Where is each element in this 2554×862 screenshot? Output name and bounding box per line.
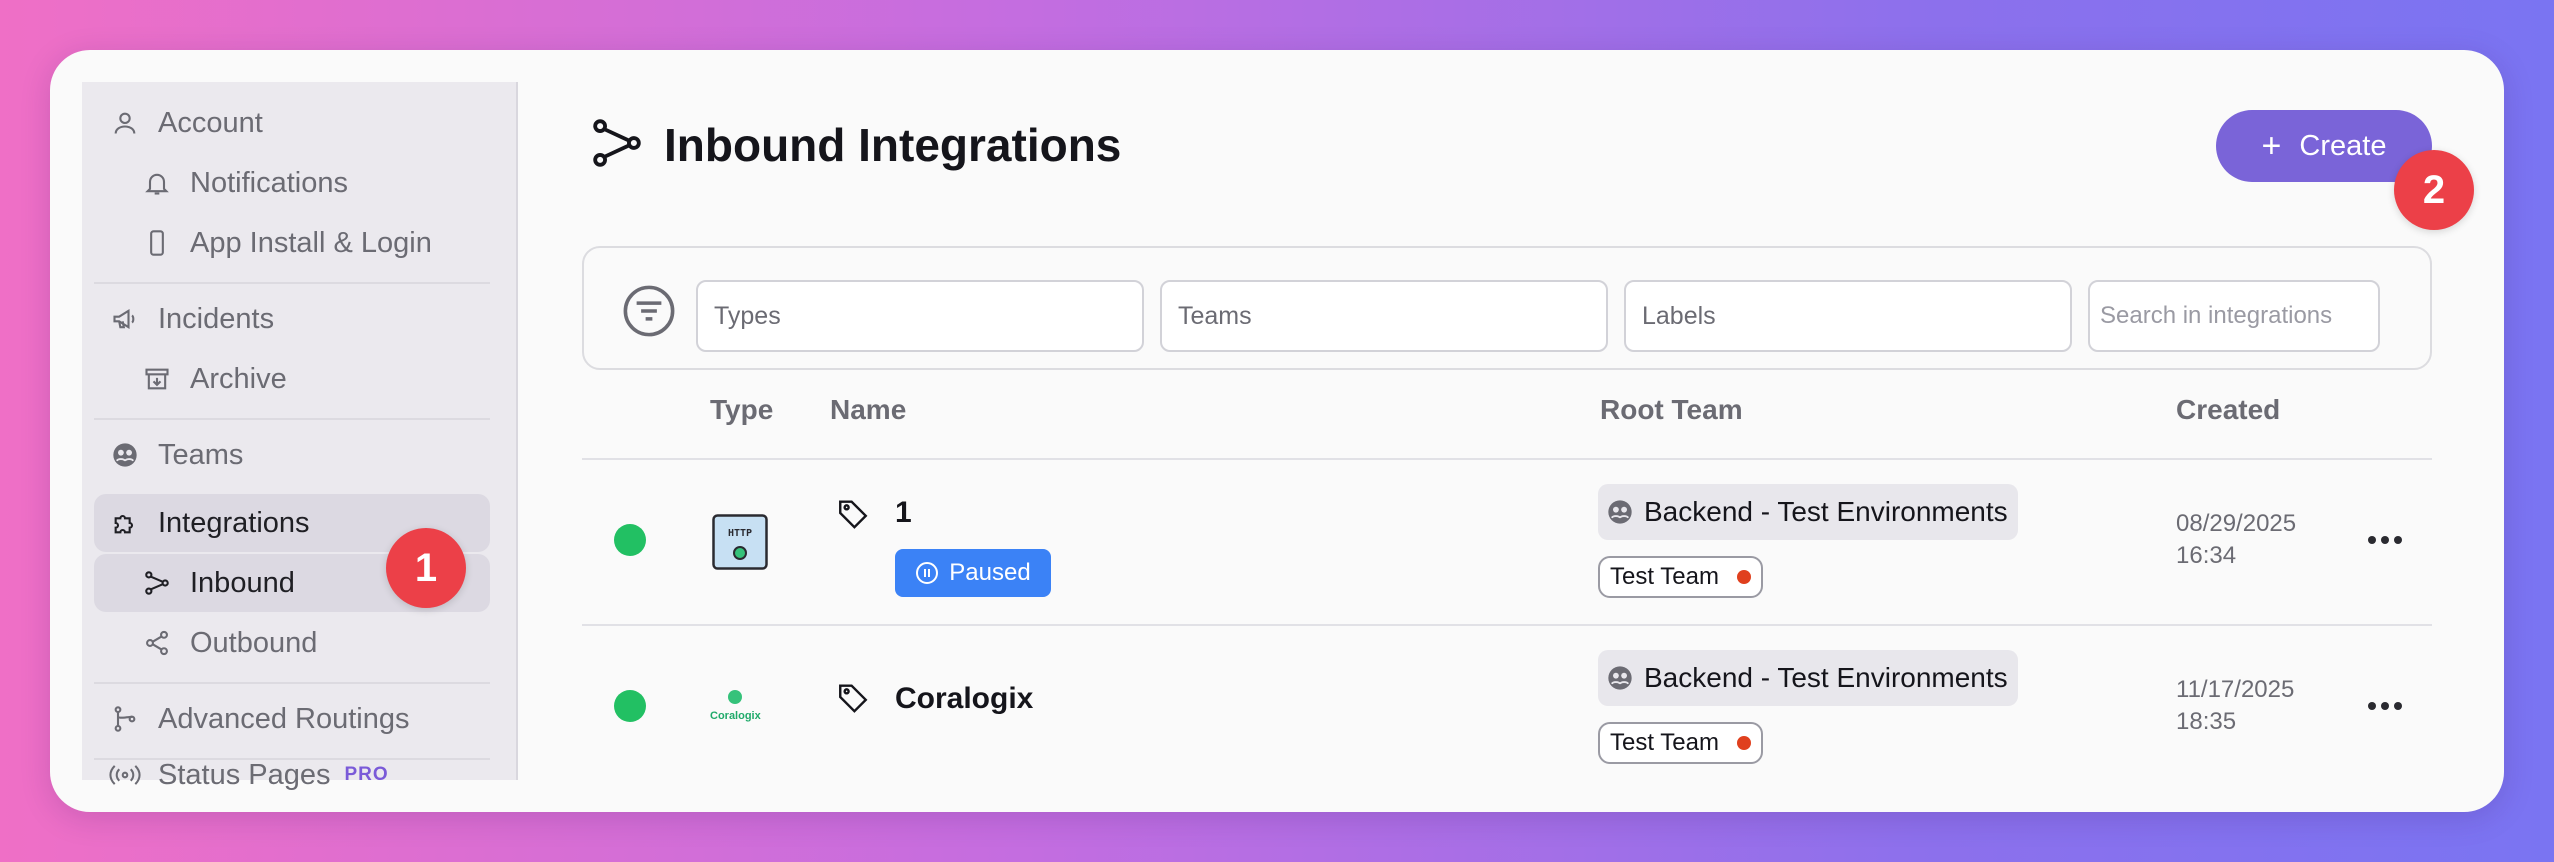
archive-icon bbox=[140, 362, 174, 396]
team-icon bbox=[1606, 664, 1634, 692]
team-color-dot bbox=[1736, 570, 1751, 584]
sidebar-divider bbox=[94, 682, 490, 684]
sidebar-item-label: Account bbox=[158, 106, 263, 139]
app-window: Account Notifications App Install & Logi… bbox=[50, 50, 2504, 812]
root-team-chip[interactable]: Backend - Test Environments bbox=[1598, 484, 2018, 540]
row-divider bbox=[582, 624, 2432, 626]
step-marker-2: 2 bbox=[2394, 150, 2474, 230]
team-icon bbox=[1606, 498, 1634, 526]
root-team-chip[interactable]: Backend - Test Environments bbox=[1598, 650, 2018, 706]
puzzle-icon bbox=[108, 506, 142, 540]
teams-filter[interactable]: Teams bbox=[1160, 280, 1608, 352]
sidebar-item-app-install[interactable]: App Install & Login bbox=[94, 214, 490, 272]
more-options-icon[interactable] bbox=[2368, 536, 2402, 544]
sidebar: Account Notifications App Install & Logi… bbox=[82, 82, 518, 780]
created-date: 11/17/2025 18:35 bbox=[2176, 676, 2295, 735]
types-filter[interactable]: Types bbox=[696, 280, 1144, 352]
column-header-root-team[interactable]: Root Team bbox=[1600, 394, 1743, 426]
search-input[interactable]: Search in integrations bbox=[2088, 280, 2380, 352]
page-title: Inbound Integrations bbox=[664, 119, 1122, 171]
megaphone-icon bbox=[108, 302, 142, 336]
more-options-icon[interactable] bbox=[2368, 702, 2402, 710]
coralogix-icon: Coralogix bbox=[710, 690, 761, 722]
phone-icon bbox=[140, 226, 174, 260]
team-pill[interactable]: Test Team bbox=[1598, 556, 1763, 598]
team-icon bbox=[108, 438, 142, 472]
step-marker-1: 1 bbox=[386, 528, 466, 608]
tag-icon bbox=[836, 496, 870, 535]
svg-text:HTTP: HTTP bbox=[728, 528, 752, 539]
plus-icon: + bbox=[2261, 126, 2282, 165]
sidebar-item-label: Outbound bbox=[190, 626, 318, 659]
sidebar-item-notifications[interactable]: Notifications bbox=[94, 154, 490, 212]
column-header-type[interactable]: Type bbox=[710, 394, 773, 426]
paused-badge: Paused bbox=[895, 549, 1051, 597]
sidebar-item-label: Archive bbox=[190, 362, 287, 395]
sidebar-item-label: Inbound bbox=[190, 566, 295, 599]
sidebar-item-outbound[interactable]: Outbound bbox=[94, 614, 490, 672]
sidebar-item-status-pages-row[interactable]: Status Pages PRO bbox=[94, 746, 490, 804]
sidebar-item-archive[interactable]: Archive bbox=[94, 350, 490, 408]
sidebar-item-label: Teams bbox=[158, 438, 244, 471]
create-button-label: Create bbox=[2299, 129, 2387, 162]
filter-bar: Types Teams Labels Search in integration… bbox=[582, 246, 2432, 370]
column-header-name[interactable]: Name bbox=[830, 394, 906, 426]
bell-icon bbox=[140, 166, 174, 200]
status-indicator bbox=[614, 524, 646, 556]
sidebar-item-label: Integrations bbox=[158, 506, 310, 539]
sidebar-divider bbox=[94, 418, 490, 420]
sidebar-item-label: Status Pages bbox=[158, 758, 331, 791]
pause-icon bbox=[915, 561, 939, 585]
created-date: 08/29/2025 16:34 bbox=[2176, 510, 2297, 569]
inbound-icon bbox=[140, 566, 174, 600]
row-divider bbox=[582, 458, 2432, 460]
integration-name[interactable]: Coralogix bbox=[895, 682, 1033, 716]
tag-icon bbox=[836, 680, 870, 719]
labels-filter[interactable]: Labels bbox=[1624, 280, 2072, 352]
share-icon bbox=[140, 626, 174, 660]
sidebar-item-account[interactable]: Account bbox=[94, 94, 490, 152]
user-icon bbox=[108, 106, 142, 140]
broadcast-icon bbox=[108, 758, 142, 792]
sidebar-item-label: Incidents bbox=[158, 302, 275, 335]
integration-name[interactable]: 1 bbox=[895, 496, 912, 530]
sidebar-item-teams[interactable]: Teams bbox=[94, 426, 490, 484]
http-icon: HTTP bbox=[712, 514, 768, 575]
sidebar-divider bbox=[94, 282, 490, 284]
pro-badge: PRO bbox=[344, 764, 389, 785]
sidebar-item-label: App Install & Login bbox=[190, 226, 432, 259]
team-pill[interactable]: Test Team bbox=[1598, 722, 1763, 764]
status-indicator bbox=[614, 690, 646, 722]
filter-icon[interactable] bbox=[622, 284, 676, 343]
inbound-icon bbox=[590, 116, 644, 175]
team-color-dot bbox=[1736, 736, 1751, 750]
sidebar-item-incidents[interactable]: Incidents bbox=[94, 290, 490, 348]
column-header-created[interactable]: Created bbox=[2176, 394, 2280, 426]
page-header: Inbound Integrations bbox=[590, 112, 1121, 178]
sidebar-item-label: Notifications bbox=[190, 166, 348, 199]
